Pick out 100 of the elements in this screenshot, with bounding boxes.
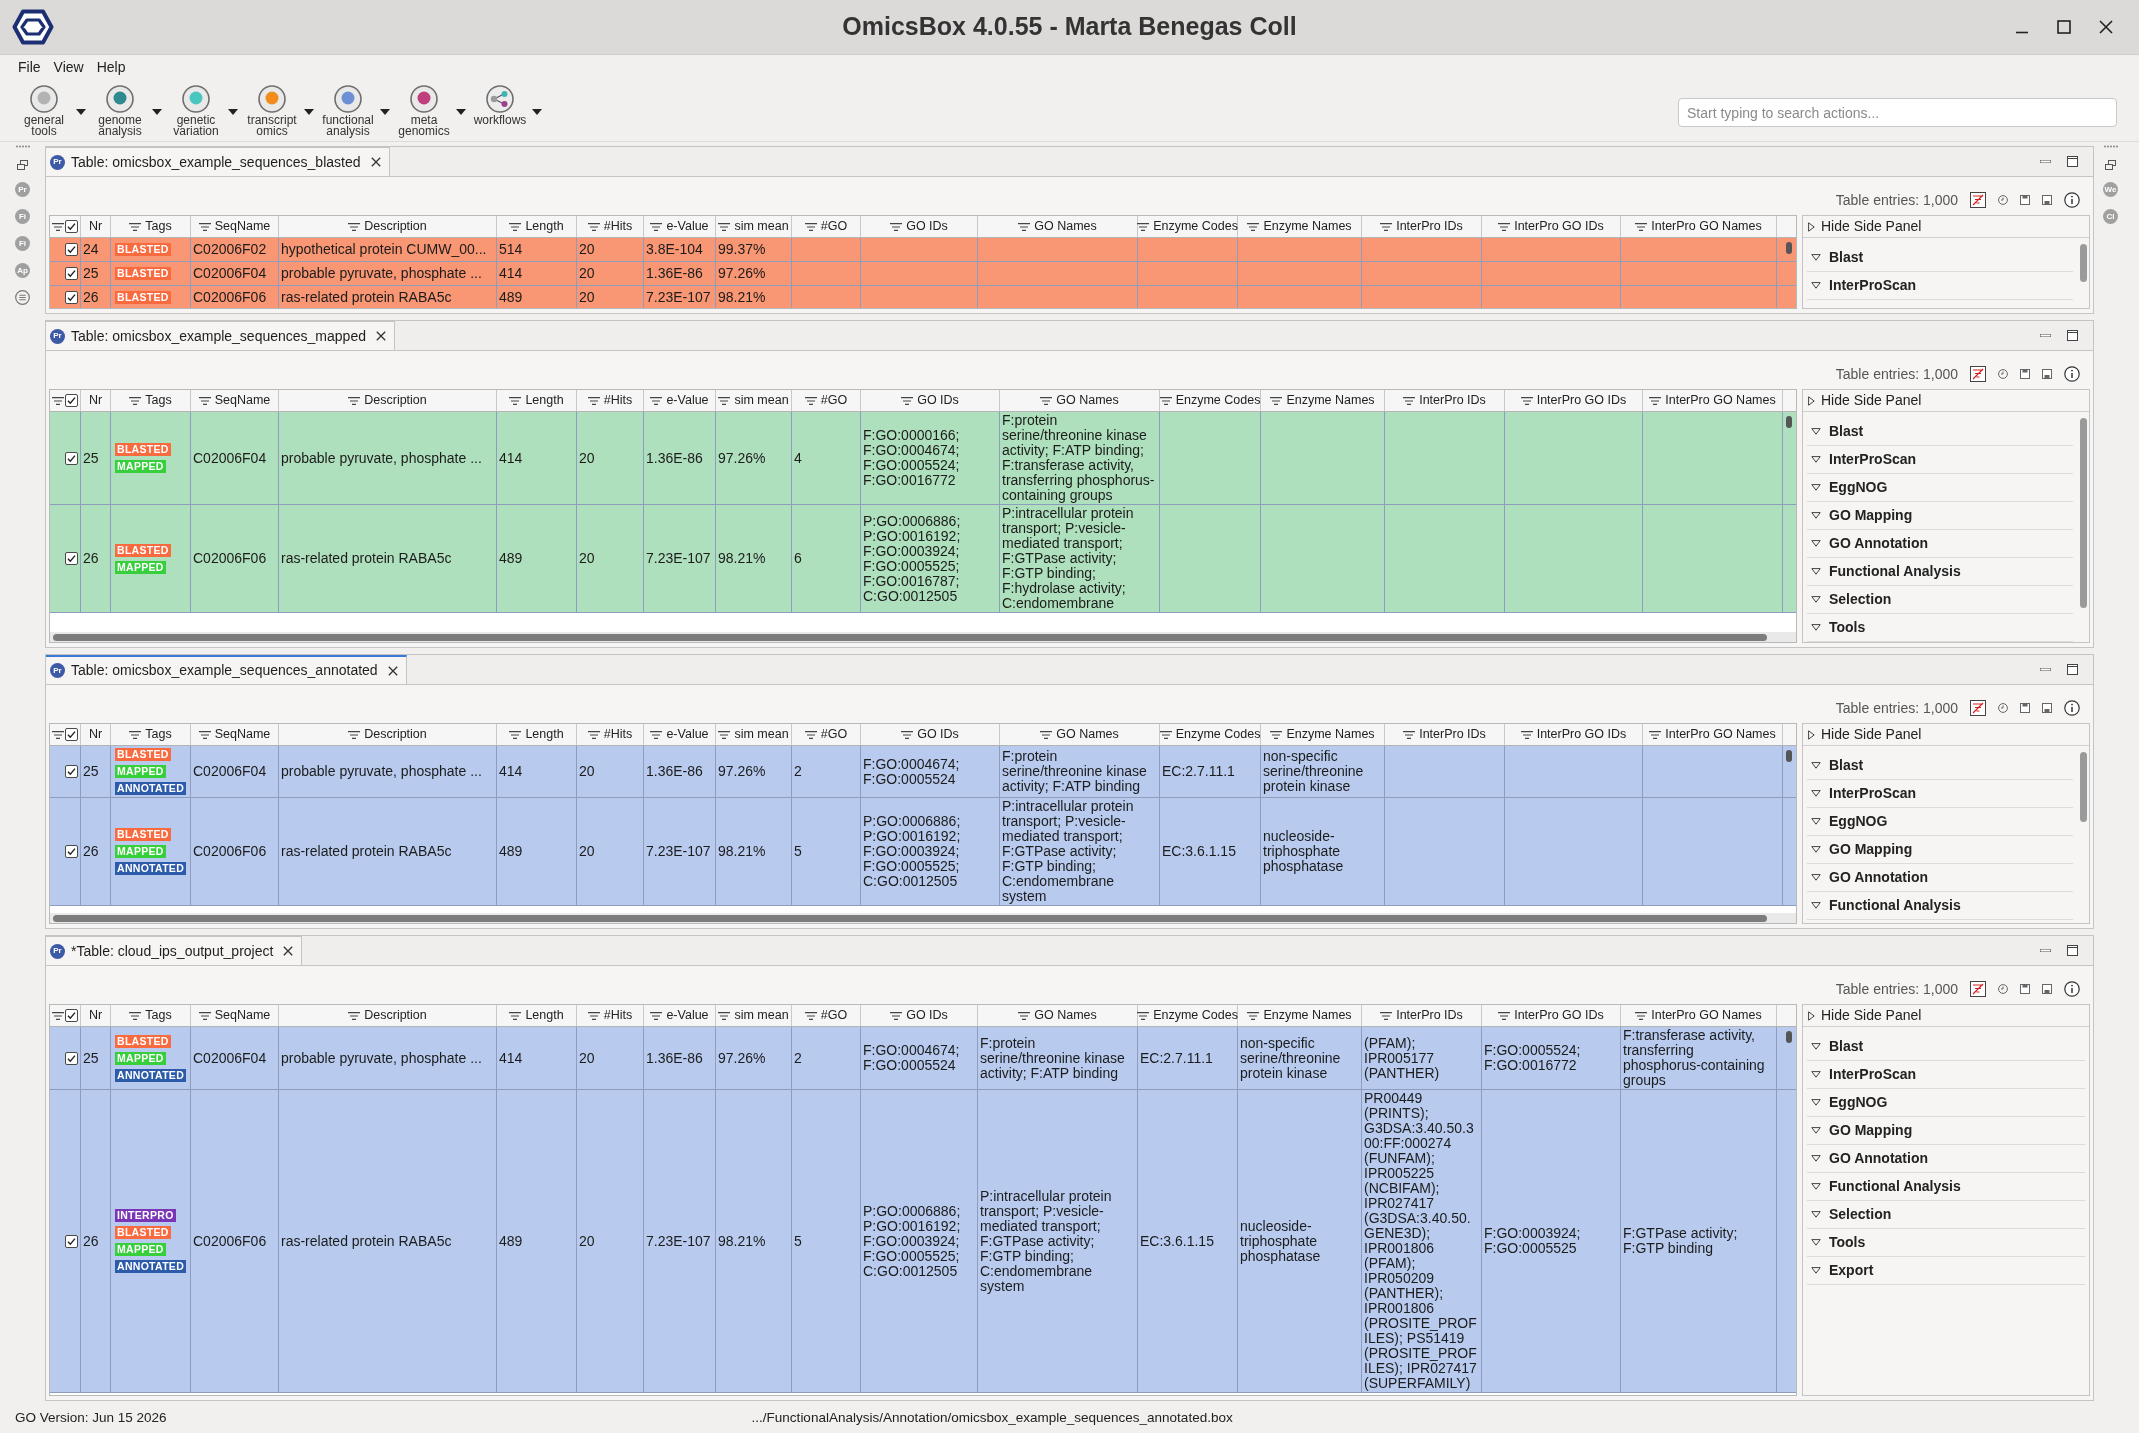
column-header[interactable]: Enzyme Codes bbox=[1160, 390, 1261, 411]
checkbox[interactable] bbox=[65, 1051, 78, 1065]
clock-icon[interactable] bbox=[1998, 369, 2008, 379]
side-panel-section[interactable]: Selection bbox=[1807, 586, 2073, 614]
caret-down-icon[interactable] bbox=[152, 109, 162, 115]
column-header[interactable]: InterPro IDs bbox=[1362, 1005, 1482, 1026]
hide-side-panel-toggle[interactable]: Hide Side Panel bbox=[1803, 1005, 2089, 1027]
side-panel-section[interactable]: Functional Analysis bbox=[1807, 558, 2073, 586]
column-header[interactable]: GO Names bbox=[978, 216, 1138, 237]
side-panel-section[interactable]: Blast bbox=[1807, 752, 2073, 780]
table-row[interactable] bbox=[50, 412, 1796, 505]
side-panel-section[interactable]: InterProScan bbox=[1807, 1061, 2085, 1089]
caret-down-icon[interactable] bbox=[228, 109, 238, 115]
checkbox[interactable] bbox=[65, 552, 78, 565]
scrollbar-thumb[interactable] bbox=[53, 914, 1767, 922]
search-field[interactable]: Start typing to search actions... bbox=[1678, 98, 2117, 127]
clock-icon[interactable] bbox=[1998, 195, 2008, 205]
checkbox[interactable] bbox=[65, 451, 78, 465]
column-header[interactable]: e-Value bbox=[644, 1005, 716, 1026]
caret-down-icon[interactable] bbox=[304, 109, 314, 115]
column-header[interactable]: e-Value bbox=[644, 216, 716, 237]
scrollbar-thumb[interactable] bbox=[2079, 752, 2087, 822]
column-header[interactable]: Tags bbox=[111, 390, 191, 411]
clock-icon[interactable] bbox=[1998, 984, 2008, 994]
side-panel-section[interactable]: GO Mapping bbox=[1807, 502, 2073, 530]
hide-side-panel-toggle[interactable]: Hide Side Panel bbox=[1803, 216, 2089, 238]
select-all-checkbox[interactable] bbox=[65, 220, 78, 233]
column-header[interactable]: Enzyme Names bbox=[1238, 1005, 1362, 1026]
tool-button[interactable]: genome analysis bbox=[90, 85, 150, 137]
column-header[interactable]: InterPro IDs bbox=[1385, 390, 1505, 411]
menu-item[interactable]: Help bbox=[96, 57, 126, 78]
column-header[interactable]: InterPro GO IDs bbox=[1482, 1005, 1621, 1026]
tool-button[interactable]: transcript omics bbox=[242, 85, 302, 137]
caret-down-icon[interactable] bbox=[76, 109, 86, 115]
select-all-checkbox[interactable] bbox=[65, 1009, 78, 1022]
grip-dots-icon[interactable] bbox=[2103, 145, 2118, 148]
side-panel-section[interactable]: Functional Analysis bbox=[1807, 892, 2073, 920]
column-header[interactable]: Description bbox=[279, 390, 497, 411]
column-header[interactable]: Enzyme Codes bbox=[1138, 1005, 1238, 1026]
column-header[interactable]: SeqName bbox=[191, 216, 279, 237]
restore-icon[interactable] bbox=[17, 160, 28, 170]
info-icon[interactable] bbox=[2064, 981, 2080, 997]
side-panel-section[interactable]: EggNOG bbox=[1807, 1089, 2085, 1117]
clear-filter-icon[interactable] bbox=[1970, 981, 1986, 997]
column-header[interactable]: Length bbox=[497, 724, 577, 745]
table-row[interactable] bbox=[50, 1090, 1796, 1393]
column-header[interactable]: #Hits bbox=[577, 1005, 644, 1026]
table-row[interactable] bbox=[50, 1027, 1796, 1090]
side-panel-section[interactable]: Selection bbox=[1807, 1201, 2085, 1229]
tool-button[interactable]: functional analysis bbox=[318, 85, 378, 137]
maximize-icon[interactable] bbox=[2067, 945, 2078, 956]
side-panel-section[interactable]: GO Annotation bbox=[1807, 530, 2073, 558]
column-header[interactable]: SeqName bbox=[191, 390, 279, 411]
info-icon[interactable] bbox=[2064, 192, 2080, 208]
caret-down-icon[interactable] bbox=[456, 109, 466, 115]
checkbox[interactable] bbox=[65, 267, 78, 280]
side-panel-section[interactable]: Blast bbox=[1807, 244, 2073, 272]
column-header[interactable]: GO IDs bbox=[861, 1005, 978, 1026]
side-panel-section[interactable]: GO Annotation bbox=[1807, 864, 2073, 892]
side-panel-section[interactable]: EggNOG bbox=[1807, 808, 2073, 836]
column-header[interactable]: Nr bbox=[81, 1005, 111, 1026]
info-icon[interactable] bbox=[2064, 700, 2080, 716]
column-header[interactable]: #GO bbox=[792, 390, 861, 411]
column-header[interactable]: #Hits bbox=[577, 390, 644, 411]
column-header[interactable]: Enzyme Codes bbox=[1160, 724, 1261, 745]
close-icon[interactable] bbox=[387, 665, 398, 676]
maximize-icon[interactable] bbox=[2067, 156, 2078, 167]
close-icon[interactable] bbox=[375, 331, 386, 341]
column-header[interactable]: #GO bbox=[792, 1005, 861, 1026]
tool-button[interactable]: workflows bbox=[470, 85, 530, 126]
clear-filter-icon[interactable] bbox=[1970, 366, 1986, 382]
column-header[interactable]: InterPro GO Names bbox=[1621, 1005, 1777, 1026]
hide-side-panel-toggle[interactable]: Hide Side Panel bbox=[1803, 724, 2089, 746]
scrollbar-thumb[interactable] bbox=[1786, 416, 1792, 428]
column-header[interactable]: InterPro GO Names bbox=[1643, 724, 1783, 745]
column-header[interactable]: Enzyme Codes bbox=[1138, 216, 1238, 237]
column-header[interactable]: GO IDs bbox=[861, 390, 1000, 411]
column-header[interactable]: Nr bbox=[81, 390, 111, 411]
column-header[interactable]: sim mean bbox=[716, 216, 792, 237]
side-panel-section[interactable]: Blast bbox=[1807, 418, 2073, 446]
column-header[interactable]: #Hits bbox=[577, 216, 644, 237]
side-panel-section[interactable]: Tools bbox=[1807, 1229, 2085, 1257]
side-panel-section[interactable]: EggNOG bbox=[1807, 474, 2073, 502]
column-header[interactable]: Description bbox=[279, 216, 497, 237]
side-panel-section[interactable]: GO Mapping bbox=[1807, 836, 2073, 864]
scrollbar-thumb[interactable] bbox=[1786, 242, 1792, 254]
scrollbar-thumb[interactable] bbox=[2079, 244, 2087, 282]
caret-down-icon[interactable] bbox=[380, 109, 390, 115]
column-header[interactable]: Enzyme Names bbox=[1238, 216, 1362, 237]
checkbox[interactable] bbox=[65, 291, 78, 304]
column-header[interactable]: sim mean bbox=[716, 390, 792, 411]
restore-icon[interactable] bbox=[2105, 160, 2116, 170]
view-tab[interactable]: Pr Table: omicsbox_example_sequences_blasted bbox=[46, 147, 390, 176]
column-header[interactable]: Nr bbox=[81, 724, 111, 745]
maximize-icon[interactable] bbox=[2057, 20, 2071, 34]
column-header[interactable]: Length bbox=[497, 216, 577, 237]
column-header[interactable]: e-Value bbox=[644, 724, 716, 745]
view-tab[interactable]: Pr *Table: cloud_ips_output_project bbox=[46, 936, 303, 965]
side-panel-section[interactable]: Functional Analysis bbox=[1807, 1173, 2085, 1201]
tool-button[interactable]: genetic variation bbox=[166, 85, 226, 137]
